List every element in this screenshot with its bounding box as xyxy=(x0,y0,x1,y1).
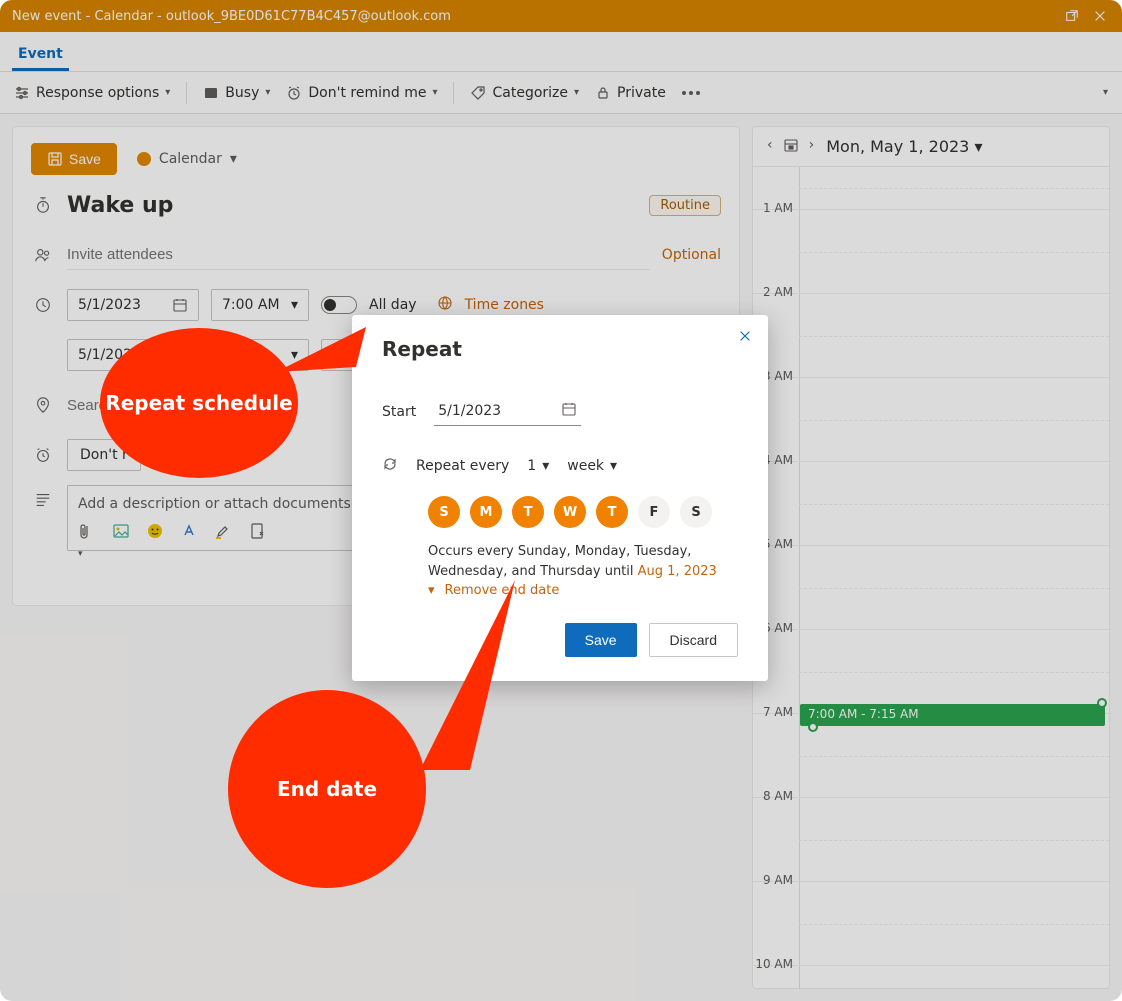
hour-label: 10 AM xyxy=(753,957,799,971)
start-label: Start xyxy=(382,404,416,420)
calendar-date-header[interactable]: Mon, May 1, 2023 ▾ xyxy=(826,137,982,156)
day-pill-6[interactable]: S xyxy=(680,496,712,528)
hour-row[interactable]: 10 AM xyxy=(753,965,1109,988)
close-icon[interactable] xyxy=(1086,2,1114,30)
private-button[interactable]: Private xyxy=(595,85,666,101)
popout-icon[interactable] xyxy=(1058,2,1086,30)
repeat-start-input[interactable]: 5/1/2023 xyxy=(434,397,581,426)
calendar-grid[interactable]: 1 AM2 AM3 AM4 AM5 AM6 AM7 AM8 AM9 AM10 A… xyxy=(753,167,1109,988)
alarm-icon xyxy=(286,85,302,101)
day-pill-3[interactable]: W xyxy=(554,496,586,528)
hour-row[interactable]: 5 AM xyxy=(753,545,1109,629)
day-pill-1[interactable]: M xyxy=(470,496,502,528)
ribbon-commands: Response options▾ Busy▾ Don't remind me▾… xyxy=(0,72,1122,114)
save-icon xyxy=(47,151,63,167)
repeat-every-label: Repeat every xyxy=(416,458,509,474)
window-title: New event - Calendar - outlook_9BE0D61C7… xyxy=(12,9,1058,24)
response-options-button[interactable]: Response options▾ xyxy=(14,85,170,101)
event-title[interactable]: Wake up xyxy=(67,193,637,218)
hour-label: 9 AM xyxy=(753,873,799,887)
insert-icon[interactable] xyxy=(248,522,266,540)
tag-icon xyxy=(470,85,486,101)
alarm-icon xyxy=(31,446,55,464)
hour-row[interactable]: 1 AM xyxy=(753,209,1109,293)
busy-icon xyxy=(203,85,219,101)
description-icon xyxy=(31,491,55,509)
start-date-input[interactable]: 5/1/2023 xyxy=(67,289,199,321)
ribbon-tabs: Event xyxy=(0,32,1122,72)
allday-label: All day xyxy=(369,297,417,313)
close-icon[interactable] xyxy=(738,329,752,347)
timer-icon xyxy=(31,196,55,214)
timezones-link[interactable]: Time zones xyxy=(465,297,544,313)
start-time-input[interactable]: 7:00 AM▾ xyxy=(211,289,309,321)
dont-remind-button[interactable]: Don't remind me▾ xyxy=(286,85,437,101)
save-button[interactable]: Save xyxy=(31,143,117,175)
hour-row[interactable]: 9 AM xyxy=(753,881,1109,965)
repeat-save-button[interactable]: Save xyxy=(565,623,637,657)
hour-row[interactable]: 4 AM xyxy=(753,461,1109,545)
routine-badge[interactable]: Routine xyxy=(649,195,721,216)
invite-attendees-input[interactable] xyxy=(67,240,650,270)
calendar-chip[interactable]: Calendar ▾ xyxy=(137,151,237,167)
repeat-unit-select[interactable]: week▾ xyxy=(567,458,617,475)
repeat-discard-button[interactable]: Discard xyxy=(649,623,738,657)
day-pill-0[interactable]: S xyxy=(428,496,460,528)
text-format-icon[interactable] xyxy=(180,522,198,540)
people-icon xyxy=(31,246,55,264)
repeat-icon xyxy=(382,456,398,476)
repeat-count-select[interactable]: 1▾ xyxy=(527,458,549,475)
hour-row[interactable]: 3 AM xyxy=(753,377,1109,461)
tab-event[interactable]: Event xyxy=(12,38,69,71)
lock-icon xyxy=(595,85,611,101)
busy-button[interactable]: Busy▾ xyxy=(203,85,270,101)
optional-link[interactable]: Optional xyxy=(662,247,721,263)
today-icon[interactable] xyxy=(783,137,799,157)
annotation-end-date: End date xyxy=(228,690,426,888)
more-button[interactable] xyxy=(682,91,700,95)
clock-icon xyxy=(31,296,55,314)
day-pill-4[interactable]: T xyxy=(596,496,628,528)
more-icon xyxy=(682,91,700,95)
next-day-icon[interactable]: › xyxy=(809,137,815,157)
calendar-icon xyxy=(561,401,577,421)
location-icon xyxy=(31,396,55,414)
allday-toggle[interactable] xyxy=(321,296,357,314)
hour-label: 1 AM xyxy=(753,201,799,215)
image-icon[interactable] xyxy=(112,522,130,540)
calendar-side: ‹ › Mon, May 1, 2023 ▾ 1 AM2 AM3 AM4 AM5… xyxy=(752,126,1110,989)
emoji-icon[interactable] xyxy=(146,522,164,540)
day-pill-5[interactable]: F xyxy=(638,496,670,528)
calendar-icon xyxy=(172,297,188,313)
annotation-repeat-schedule: Repeat schedule xyxy=(100,328,298,478)
day-pill-2[interactable]: T xyxy=(512,496,544,528)
hour-row[interactable]: 8 AM xyxy=(753,797,1109,881)
titlebar: New event - Calendar - outlook_9BE0D61C7… xyxy=(0,0,1122,32)
highlight-icon[interactable] xyxy=(214,522,232,540)
sliders-icon xyxy=(14,85,30,101)
globe-icon xyxy=(437,295,453,315)
ribbon-collapse-icon[interactable]: ▾ xyxy=(1094,87,1108,98)
attach-icon[interactable]: ▾ xyxy=(78,522,96,540)
calendar-dot-icon xyxy=(137,152,151,166)
hour-label: 7 AM xyxy=(753,705,799,719)
categorize-button[interactable]: Categorize▾ xyxy=(470,85,579,101)
hour-row[interactable]: 2 AM xyxy=(753,293,1109,377)
prev-day-icon[interactable]: ‹ xyxy=(767,137,773,157)
hour-row[interactable]: 6 AM xyxy=(753,629,1109,713)
hour-label: 2 AM xyxy=(753,285,799,299)
day-selector: SMTWTFS xyxy=(428,496,738,528)
hour-label: 8 AM xyxy=(753,789,799,803)
repeat-title: Repeat xyxy=(382,337,738,361)
calendar-event[interactable]: 7:00 AM - 7:15 AM xyxy=(800,704,1105,726)
